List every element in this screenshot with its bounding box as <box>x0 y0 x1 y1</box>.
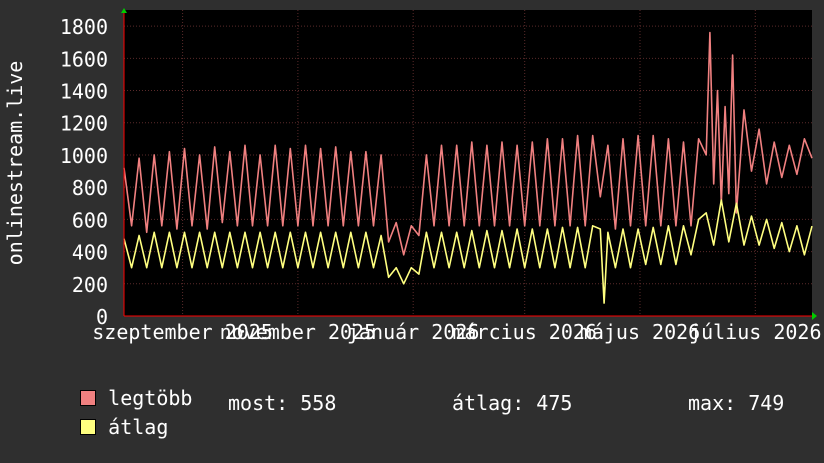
y-tick-label: 600 <box>72 208 108 232</box>
legend-label-avg: átlag <box>108 415 169 439</box>
x-tick-labels: szeptember 2025november 2025január 2026m… <box>92 320 821 344</box>
stat-max: max: 749 <box>688 391 785 415</box>
y-tick-label: 1000 <box>60 144 108 168</box>
y-tick-label: 1600 <box>60 47 108 71</box>
y-tick-label: 800 <box>72 176 108 200</box>
y-tick-label: 400 <box>72 241 108 265</box>
y-tick-label: 200 <box>72 273 108 297</box>
y-tick-label: 1200 <box>60 112 108 136</box>
y-tick-label: 1800 <box>60 15 108 39</box>
legend-item-avg: átlag <box>32 391 168 463</box>
stat-mean: átlag: 475 <box>452 391 573 415</box>
x-tick-label: március 2026 <box>452 320 597 344</box>
chart-stage: 0 200 400 600 800 1000 1200 1400 1600 1800 szepte… <box>0 0 824 439</box>
legend-swatch-avg <box>80 419 97 435</box>
y-tick-label: 1400 <box>60 80 108 104</box>
y-axis-label: onlinestream.live <box>3 61 27 266</box>
x-tick-label: május 2026 <box>580 320 700 344</box>
y-tick-labels: 020040060080010001200140016001800 <box>60 15 108 329</box>
stat-now: most: 558 <box>228 391 337 415</box>
x-tick-label: július 2026 <box>689 320 821 344</box>
x-axis-arrow-icon <box>812 312 817 320</box>
